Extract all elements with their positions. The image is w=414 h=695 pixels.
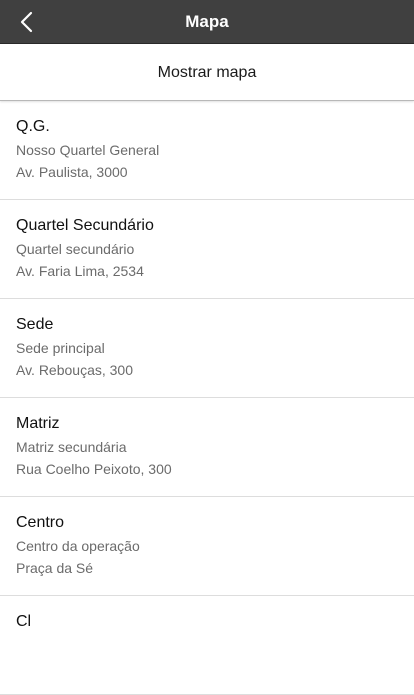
location-address: Av. Rebouças, 300: [16, 362, 134, 378]
location-address: Rua Coelho Peixoto, 300: [16, 461, 172, 477]
top-bar: Mapa: [0, 0, 414, 44]
location-title: Sede: [16, 316, 54, 333]
location-item[interactable]: Cl: [0, 596, 414, 695]
location-title: Quartel Secundário: [16, 217, 154, 234]
location-item[interactable]: Quartel Secundário Quartel secundário Av…: [0, 200, 414, 299]
show-map-bar: Mostrar mapa: [0, 44, 414, 101]
location-address: Av. Faria Lima, 2534: [16, 263, 144, 279]
location-subtitle: Sede principal: [16, 340, 105, 356]
location-subtitle: Matriz secundária: [16, 439, 127, 455]
location-item[interactable]: Matriz Matriz secundária Rua Coelho Peix…: [0, 398, 414, 497]
location-item[interactable]: Q.G. Nosso Quartel General Av. Paulista,…: [0, 101, 414, 200]
location-subtitle: Quartel secundário: [16, 241, 135, 257]
chevron-left-icon: [20, 11, 33, 33]
page-title: Mapa: [185, 12, 229, 31]
back-button[interactable]: [10, 6, 42, 38]
location-item[interactable]: Sede Sede principal Av. Rebouças, 300: [0, 299, 414, 398]
show-map-button[interactable]: Mostrar mapa: [0, 44, 414, 100]
location-address: Av. Paulista, 3000: [16, 164, 128, 180]
location-title: Matriz: [16, 415, 60, 432]
location-subtitle: Nosso Quartel General: [16, 142, 160, 158]
location-title: Centro: [16, 514, 65, 531]
location-title: Cl: [16, 613, 32, 630]
location-list: Q.G. Nosso Quartel General Av. Paulista,…: [0, 101, 414, 695]
location-address: Praça da Sé: [16, 560, 94, 576]
location-item[interactable]: Centro Centro da operação Praça da Sé: [0, 497, 414, 596]
location-subtitle: Centro da operação: [16, 538, 140, 554]
location-title: Q.G.: [16, 118, 50, 135]
